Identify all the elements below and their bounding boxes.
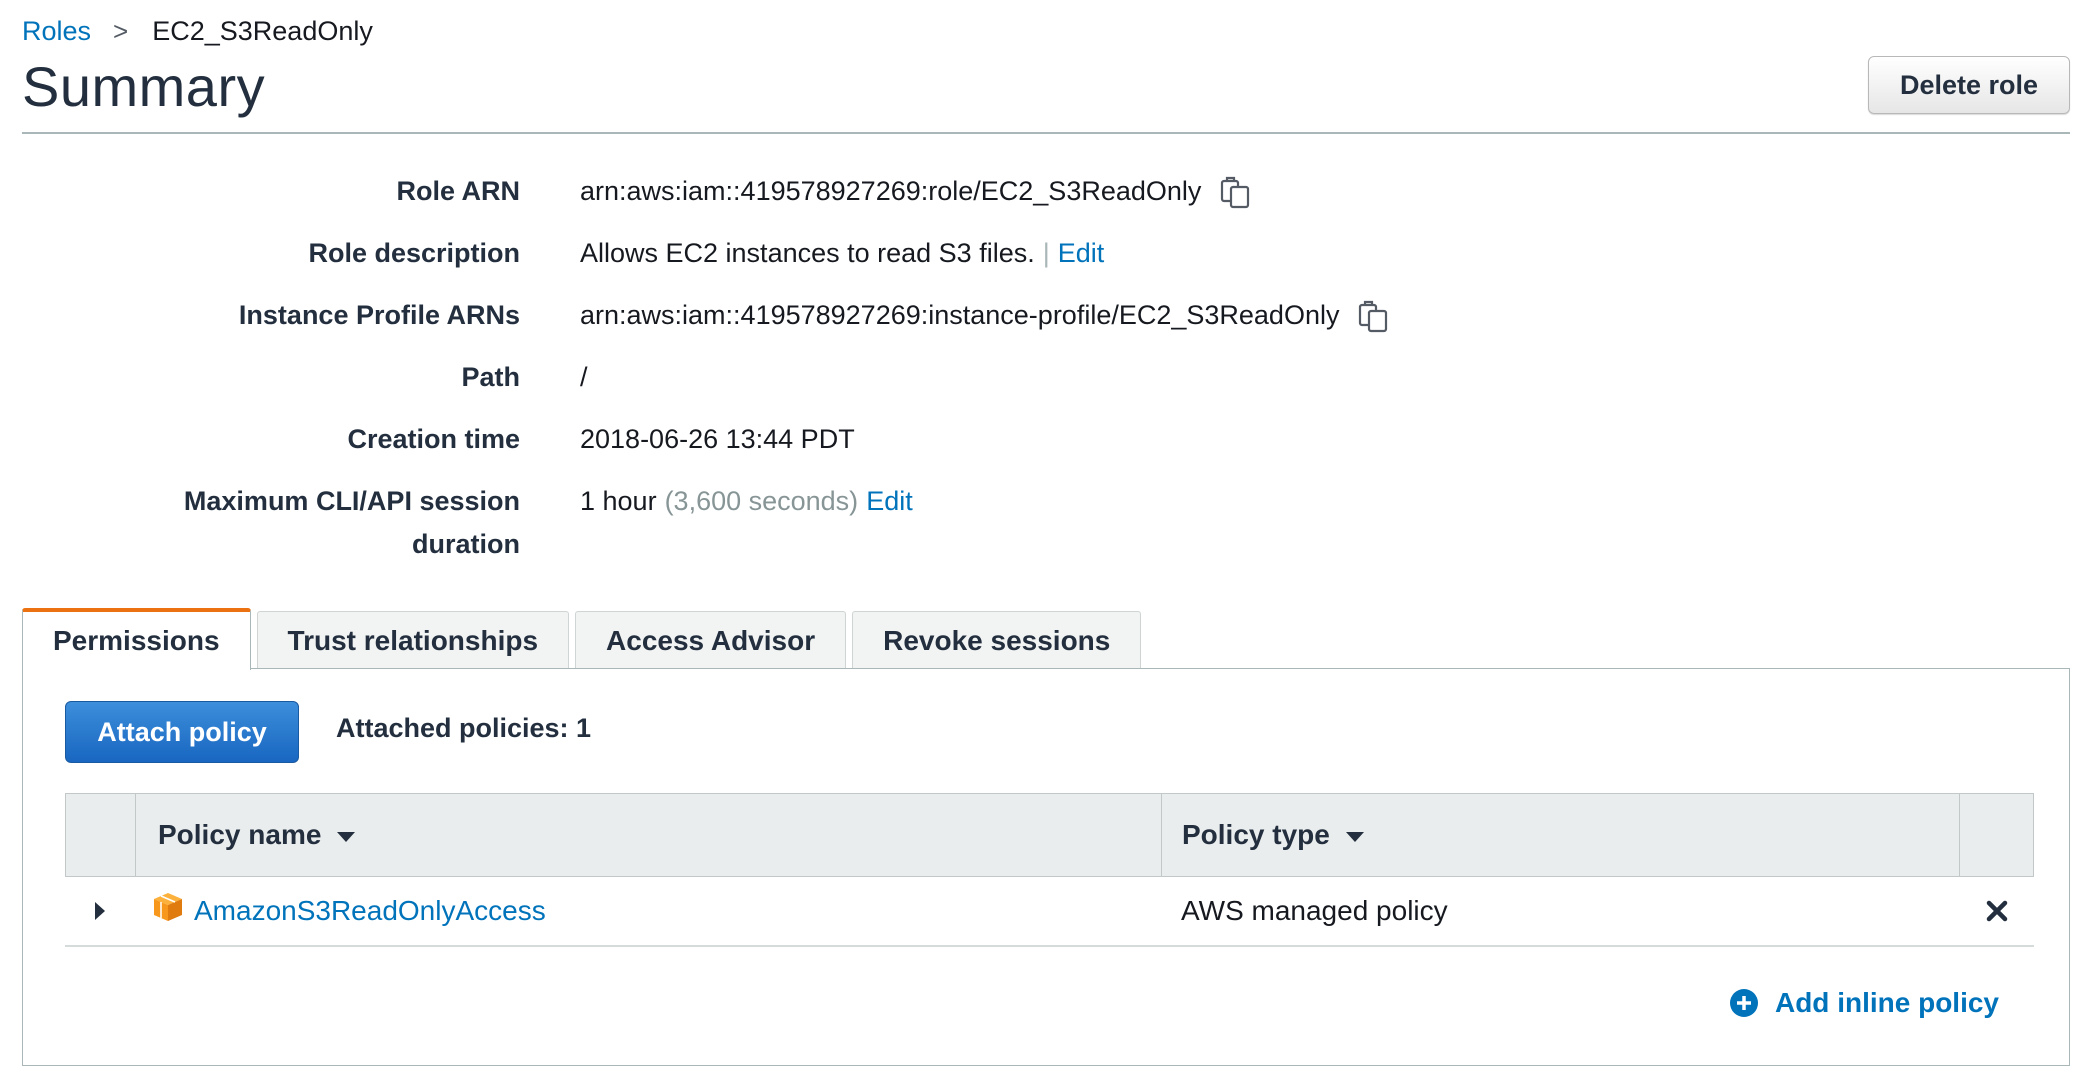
role-arn-value: arn:aws:iam::419578927269:role/EC2_S3Rea…	[580, 176, 1202, 206]
detail-row-max-session: Maximum CLI/API session duration 1 hour …	[0, 480, 2094, 572]
attached-policies-count: Attached policies: 1	[336, 713, 592, 743]
max-session-label-line2: duration	[412, 529, 520, 559]
header-policy-type-label: Policy type	[1182, 819, 1330, 850]
caret-right-icon[interactable]	[95, 902, 105, 920]
policy-table: Policy name Policy type AmazonS3ReadOnly…	[65, 793, 2034, 947]
detail-row-role-description: Role description Allows EC2 instances to…	[0, 232, 2094, 294]
max-session-label-line1: Maximum CLI/API session	[183, 486, 520, 516]
max-session-label: Maximum CLI/API session duration	[0, 480, 520, 566]
role-description-value: Allows EC2 instances to read S3 files.	[580, 238, 1035, 268]
creation-time-value-wrap: 2018-06-26 13:44 PDT	[580, 418, 855, 461]
tab-permissions[interactable]: Permissions	[22, 608, 251, 670]
edit-max-session-link[interactable]: Edit	[866, 480, 913, 523]
description-separator: |	[1042, 238, 1050, 268]
max-session-seconds: (3,600 seconds)	[664, 486, 859, 516]
breadcrumb-separator-icon: >	[113, 16, 129, 46]
instance-profile-label: Instance Profile ARNs	[238, 300, 520, 330]
role-description-value-wrap: Allows EC2 instances to read S3 files. |…	[580, 232, 1104, 275]
detail-row-instance-profile: Instance Profile ARNs arn:aws:iam::41957…	[0, 294, 2094, 356]
role-arn-label: Role ARN	[396, 176, 520, 206]
path-value: /	[580, 362, 588, 392]
close-icon[interactable]	[1986, 900, 2008, 922]
instance-profile-value-wrap: arn:aws:iam::419578927269:instance-profi…	[580, 294, 1391, 337]
tab-revoke-sessions[interactable]: Revoke sessions	[852, 611, 1142, 669]
max-session-value-wrap: 1 hour (3,600 seconds) Edit	[580, 480, 913, 523]
aws-box-icon	[154, 893, 182, 921]
instance-profile-value: arn:aws:iam::419578927269:instance-profi…	[580, 300, 1340, 330]
page: Roles > EC2_S3ReadOnly Summary Delete ro…	[0, 0, 2094, 1088]
policy-name-link[interactable]: AmazonS3ReadOnlyAccess	[194, 895, 546, 927]
delete-role-button[interactable]: Delete role	[1868, 56, 2070, 114]
table-header: Policy name Policy type	[65, 793, 2034, 877]
role-arn-value-wrap: arn:aws:iam::419578927269:role/EC2_S3Rea…	[580, 170, 1253, 213]
header-policy-name[interactable]: Policy name	[136, 794, 1162, 876]
header-actions-column	[1960, 794, 2033, 876]
breadcrumb: Roles > EC2_S3ReadOnly	[22, 16, 373, 47]
header-policy-name-label: Policy name	[158, 819, 322, 850]
tab-access-advisor[interactable]: Access Advisor	[575, 611, 847, 669]
title-divider	[22, 132, 2070, 134]
page-title: Summary	[22, 55, 266, 118]
permissions-panel: Attach policy Attached policies: 1 Polic…	[22, 668, 2070, 1066]
copy-icon[interactable]	[1219, 175, 1253, 209]
plus-circle-icon	[1729, 989, 1758, 1017]
role-details: Role ARN arn:aws:iam::419578927269:role/…	[0, 170, 2094, 572]
add-inline-policy-label: Add inline policy	[1774, 987, 1999, 1018]
copy-icon[interactable]	[1357, 299, 1391, 333]
max-session-value: 1 hour	[580, 486, 657, 516]
edit-description-link[interactable]: Edit	[1058, 232, 1105, 275]
caret-down-icon	[1345, 832, 1364, 842]
tab-bar: Permissions Trust relationships Access A…	[22, 607, 1147, 670]
attach-policy-button[interactable]: Attach policy	[65, 701, 299, 763]
path-label: Path	[461, 362, 520, 392]
breadcrumb-roles-link[interactable]: Roles	[22, 16, 91, 47]
role-description-label: Role description	[308, 238, 520, 268]
detail-row-creation-time: Creation time 2018-06-26 13:44 PDT	[0, 418, 2094, 480]
caret-down-icon	[337, 832, 356, 842]
tab-trust-relationships[interactable]: Trust relationships	[256, 611, 570, 669]
row-policy-type: AWS managed policy	[1181, 895, 1448, 926]
header-policy-type[interactable]: Policy type	[1162, 794, 1960, 876]
table-row: AmazonS3ReadOnlyAccess AWS managed polic…	[65, 877, 2034, 947]
path-value-wrap: /	[580, 356, 588, 399]
creation-time-value: 2018-06-26 13:44 PDT	[580, 424, 855, 454]
breadcrumb-current: EC2_S3ReadOnly	[152, 16, 373, 46]
row-expand-cell	[65, 902, 135, 920]
row-policy-name-cell: AmazonS3ReadOnlyAccess	[135, 893, 1161, 927]
add-inline-policy-button[interactable]: Add inline policy	[1729, 987, 1999, 1019]
header-expand-column	[66, 794, 136, 876]
row-remove-cell	[1959, 900, 2034, 922]
detail-row-role-arn: Role ARN arn:aws:iam::419578927269:role/…	[0, 170, 2094, 232]
detail-row-path: Path /	[0, 356, 2094, 418]
creation-time-label: Creation time	[347, 424, 520, 454]
